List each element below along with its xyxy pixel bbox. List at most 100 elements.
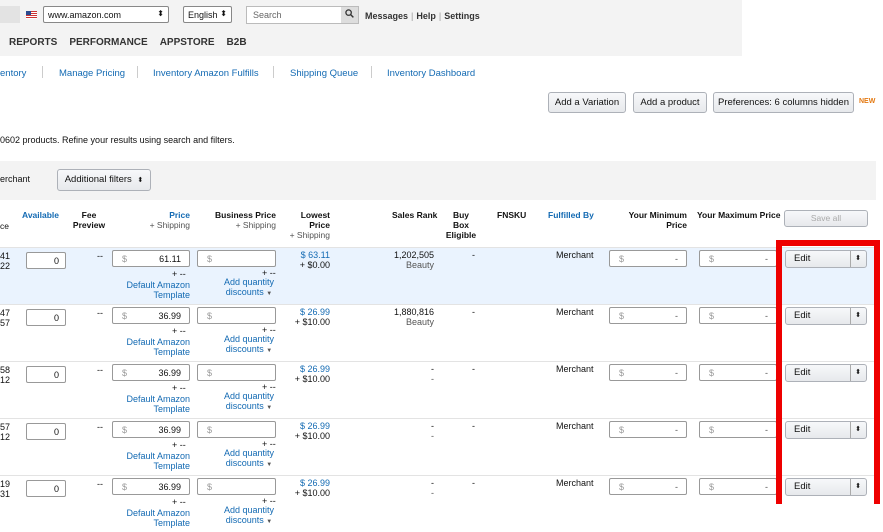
min-price-input[interactable]: $ - [609,307,687,324]
search-button[interactable] [341,7,358,23]
lowest-shipping-value: + $10.00 [294,374,330,384]
subnav-inventory[interactable]: entory [0,68,26,79]
menu-toggle[interactable] [0,6,20,23]
max-price-input[interactable]: $ - [699,364,777,381]
lowest-shipping-value: + $0.00 [299,260,330,270]
template-link[interactable]: Default Amazon Template [120,394,190,414]
template-link[interactable]: Default Amazon Template [120,451,190,471]
quantity-discounts-link[interactable]: Add quantity discounts ▼ [222,277,276,299]
sales-rank-value: - [431,421,434,431]
available-value: 0 [53,313,59,323]
col-header-fnsku: FNSKU [497,210,527,220]
quantity-discounts-link[interactable]: Add quantity discounts ▼ [222,448,276,470]
min-price-input[interactable]: $ - [609,421,687,438]
dollar-sign: $ [619,311,625,321]
col-header-fulfilled-by[interactable]: Fulfilled By [548,210,594,220]
available-input[interactable]: 0 [26,309,66,326]
nav-performance[interactable]: PERFORMANCE [69,37,147,48]
fee-preview-value: -- [97,479,103,489]
lowest-price-value[interactable]: $ 26.99 [288,478,330,488]
available-value: 0 [53,484,59,494]
row-id-2: 12 [0,375,11,385]
language-select[interactable]: English ⬍ [183,6,232,23]
messages-link[interactable]: Messages [365,11,408,21]
save-all-button[interactable]: Save all [784,210,868,227]
add-variation-button[interactable]: Add a Variation [548,92,626,113]
settings-link[interactable]: Settings [444,11,480,21]
header-links: Messages | Help | Settings [365,11,480,21]
category-value: - [431,488,434,498]
template-link[interactable]: Default Amazon Template [120,337,190,357]
quantity-discounts-link[interactable]: Add quantity discounts ▼ [222,334,276,356]
search-input[interactable]: Search [246,6,359,24]
fulfilled-by-value: Merchant [556,478,594,488]
price-input[interactable]: $ 36.99 [112,478,190,495]
business-price-input[interactable]: $ [197,478,276,495]
fulfilled-by-value: Merchant [556,421,594,431]
buybox-value: - [472,478,475,488]
business-price-input[interactable]: $ [197,364,276,381]
price-input[interactable]: $ 61.11 [112,250,190,267]
min-price-input[interactable]: $ - [609,364,687,381]
fee-preview-value: -- [97,365,103,375]
price-sub: + Shipping [149,220,190,230]
lowest-shipping-value: + $10.00 [294,431,330,441]
price-value: 61.11 [159,254,181,264]
fee-preview-value: -- [97,422,103,432]
min-price-input[interactable]: $ - [609,478,687,495]
lowest-price-value[interactable]: $ 26.99 [288,307,330,317]
available-input[interactable]: 0 [26,252,66,269]
max-price-input[interactable]: $ - [699,307,777,324]
help-link[interactable]: Help [416,11,436,21]
business-price-input[interactable]: $ [197,307,276,324]
min-price-input[interactable]: $ - [609,250,687,267]
lowest-price-value[interactable]: $ 26.99 [288,421,330,431]
row-id-1: 19 [0,479,11,489]
subnav-inventory-amazon-fulfills[interactable]: Inventory Amazon Fulfills [153,68,259,79]
available-input[interactable]: 0 [26,423,66,440]
qty-label-2: discounts [225,344,264,354]
quantity-discounts-link[interactable]: Add quantity discounts ▼ [222,505,276,527]
lowest-price-value[interactable]: $ 26.99 [288,364,330,374]
business-price-input[interactable]: $ [197,250,276,267]
col-header-business-price: Business Price + Shipping [204,210,276,230]
template-label-2: Template [153,461,190,471]
nav-appstore[interactable]: APPSTORE [160,37,215,48]
preferences-button[interactable]: Preferences: 6 columns hidden [713,92,854,113]
subnav-shipping-queue[interactable]: Shipping Queue [290,68,358,79]
quantity-discounts-link[interactable]: Add quantity discounts ▼ [222,391,276,413]
add-product-button[interactable]: Add a product [633,92,707,113]
template-link[interactable]: Default Amazon Template [120,280,190,300]
dollar-sign: $ [619,368,625,378]
lowest-price-value[interactable]: $ 63.11 [288,250,330,260]
price-input[interactable]: $ 36.99 [112,364,190,381]
marketplace-select[interactable]: www.amazon.com ⬍ [43,6,169,23]
buybox-value: - [472,250,475,260]
col-header-price[interactable]: Price + Shipping [140,210,190,230]
caret-down-icon: ▼ [266,348,273,354]
col-header-available[interactable]: Available [22,210,59,220]
subnav-manage-pricing[interactable]: Manage Pricing [59,68,125,79]
sales-rank-value: 1,202,505 [393,250,434,260]
price-input[interactable]: $ 36.99 [112,307,190,324]
dollar-sign: $ [709,425,715,435]
additional-filters-button[interactable]: Additional filters ⬍ [57,169,151,191]
price-input[interactable]: $ 36.99 [112,421,190,438]
max-price-input[interactable]: $ - [699,478,777,495]
updown-caret-icon: ⬍ [137,177,144,184]
merchant-filter[interactable]: erchant [0,174,30,184]
available-input[interactable]: 0 [26,366,66,383]
buybox-value: - [472,307,475,317]
new-badge: NEW [859,98,876,105]
max-price-input[interactable]: $ - [699,421,777,438]
max-price-value: - [765,425,768,435]
nav-reports[interactable]: REPORTS [9,37,57,48]
max-price-input[interactable]: $ - [699,250,777,267]
subnav-inventory-dashboard[interactable]: Inventory Dashboard [387,68,475,79]
template-link[interactable]: Default Amazon Template [120,508,190,528]
available-input[interactable]: 0 [26,480,66,497]
main-nav: REPORTS PERFORMANCE APPSTORE B2B [9,37,259,48]
fulfilled-by-value: Merchant [556,250,594,260]
nav-b2b[interactable]: B2B [227,37,247,48]
business-price-input[interactable]: $ [197,421,276,438]
